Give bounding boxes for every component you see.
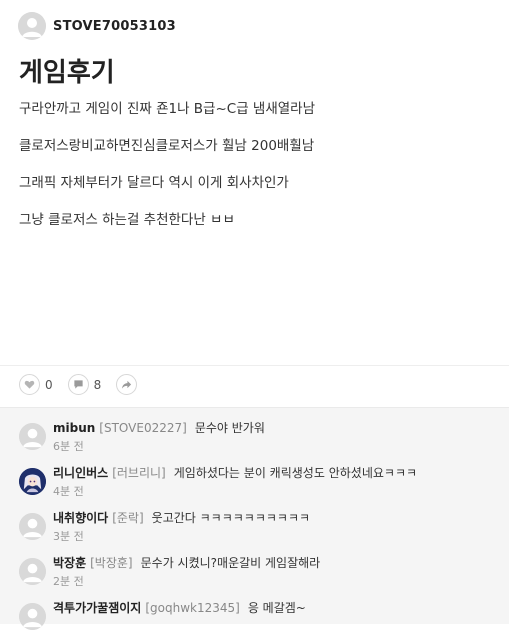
share-arrow-icon xyxy=(122,380,132,389)
comment-item: 박장훈 [박장훈] 문수가 시켰니?매운갈비 게임잘해라 2분 전 xyxy=(19,555,320,589)
default-avatar-icon xyxy=(19,513,46,540)
post-content: 구라안까고 게임이 진짜 죤1나 B급~C급 냄새열라남 클로저스랑비교하면진심… xyxy=(19,101,489,249)
comment-item: 내취향이다 [준락] 웃고간다 ㅋㅋㅋㅋㅋㅋㅋㅋㅋㅋ 3분 전 xyxy=(19,510,310,544)
like-button[interactable] xyxy=(19,374,40,395)
comment-text: 응 메갈겜~ xyxy=(247,601,306,615)
post-title: 게임후기 xyxy=(19,58,115,88)
comment-text: 문수야 반가워 xyxy=(194,421,265,435)
heart-icon xyxy=(24,380,35,389)
comment-text: 문수가 시켰니?매운갈비 게임잘해라 xyxy=(140,556,321,570)
author-avatar[interactable] xyxy=(18,12,46,40)
default-avatar-icon xyxy=(19,558,46,585)
comment-author-tag: [박장훈] xyxy=(90,556,133,570)
comment-time: 2분 전 xyxy=(53,575,84,588)
author-username[interactable]: STOVE70053103 xyxy=(53,19,176,34)
post-line: 그냥 클로저스 하는걸 추천한다난 ㅂㅂ xyxy=(19,212,235,228)
post-line: 클로저스랑비교하면진심클로저스가 훨남 200배훨남 xyxy=(19,138,315,154)
default-avatar-icon xyxy=(18,12,46,40)
post-header: STOVE70053103 xyxy=(18,12,176,40)
comment-count: 8 xyxy=(93,377,102,392)
comment-author[interactable]: mibun xyxy=(53,421,95,435)
comment-avatar[interactable] xyxy=(19,603,46,630)
anime-character-avatar-icon xyxy=(19,468,46,495)
comment-button[interactable] xyxy=(67,374,89,395)
comment-author[interactable]: 리니인버스 xyxy=(53,466,108,480)
comment-avatar[interactable] xyxy=(19,423,46,450)
default-avatar-icon xyxy=(19,423,46,450)
post-line: 구라안까고 게임이 진짜 죤1나 B급~C급 냄새열라남 xyxy=(19,101,316,117)
comment-list: mibun [STOVE02227] 문수야 반가워 6분 전 리니인버스 [러브리니… xyxy=(0,407,509,630)
comment-time: 4분 전 xyxy=(53,485,84,498)
comment-author-tag: [러브리니] xyxy=(112,466,166,480)
comment-avatar[interactable] xyxy=(19,558,46,585)
comment-author-tag: [STOVE02227] xyxy=(99,421,187,435)
comment-time: 3분 전 xyxy=(53,530,84,543)
comment-author[interactable]: 격투가가꿀잼이지 xyxy=(53,601,141,615)
comment-bubble-icon xyxy=(74,380,83,389)
comment-author-tag: [준락] xyxy=(112,511,144,525)
comment-item: 격투가가꿀잼이지 [goqhwk12345] 응 메갈겜~ xyxy=(19,600,306,630)
comment-text: 웃고간다 ㅋㅋㅋㅋㅋㅋㅋㅋㅋㅋ xyxy=(151,511,311,525)
comment-avatar[interactable] xyxy=(19,468,46,495)
default-avatar-icon xyxy=(19,603,46,630)
comment-time: 6분 전 xyxy=(53,440,84,453)
share-button[interactable] xyxy=(116,374,138,395)
comment-text: 게임하셨다는 분이 캐릭생성도 안하셨네요ㅋㅋㅋ xyxy=(173,466,418,480)
comment-item: 리니인버스 [러브리니] 게임하셨다는 분이 캐릭생성도 안하셨네요ㅋㅋㅋ 4분 전 xyxy=(19,465,417,499)
divider xyxy=(0,365,509,366)
post-actions: 0 8 xyxy=(19,374,138,395)
comment-item: mibun [STOVE02227] 문수야 반가워 6분 전 xyxy=(19,420,265,454)
comment-avatar[interactable] xyxy=(19,513,46,540)
post-line: 그래픽 자체부터가 달르다 역시 이게 회사차인가 xyxy=(19,175,289,191)
comment-author[interactable]: 내취향이다 xyxy=(53,511,108,525)
comment-author[interactable]: 박장훈 xyxy=(53,556,86,570)
like-count: 0 xyxy=(45,377,53,392)
comment-author-tag: [goqhwk12345] xyxy=(145,601,240,615)
